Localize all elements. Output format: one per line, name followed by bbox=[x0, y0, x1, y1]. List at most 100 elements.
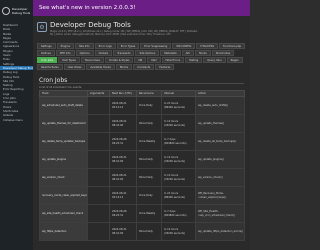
cell-recurrence: Once Weekly bbox=[136, 204, 162, 223]
main-content: See what's new in version 2.0.0.3! ⚙ Dev… bbox=[33, 0, 250, 250]
cell-next: 2024-08-21 05:14:12 bbox=[109, 96, 137, 115]
tab-item[interactable]: API bbox=[181, 50, 194, 56]
table-row: recovery_mode_clean_expired_keys 2024-08-… bbox=[39, 186, 245, 205]
cell-args bbox=[87, 150, 110, 169]
tab-item[interactable]: Transients bbox=[113, 50, 135, 56]
cron-table: Hook Arguments Next Run (UTC) Recurrence Int… bbox=[39, 90, 245, 241]
plugin-header: ⚙ Developer Debug Tools Plugin v2.0.0 | … bbox=[33, 16, 250, 43]
tab-item[interactable]: PHP Info bbox=[55, 50, 75, 56]
tab-item[interactable]: Post Types bbox=[58, 57, 80, 63]
cell-interval: In 21 hours (86400 seconds) bbox=[161, 96, 196, 115]
cell-hook: recovery_mode_clean_expired_keys bbox=[39, 186, 88, 205]
cell-interval: In 12 hours (43200 seconds) bbox=[161, 168, 196, 187]
cell-interval: In 7 days (604800 seconds) bbox=[161, 204, 196, 223]
tab-item[interactable]: Cron Jobs bbox=[37, 57, 58, 63]
sidebar-menu: Dashboard Posts Media Pages Comments Appearan… bbox=[0, 22, 33, 122]
tab-item[interactable]: Features bbox=[155, 64, 175, 70]
tab-item[interactable]: Metadata bbox=[160, 50, 181, 56]
cell-action: wp_update_themes() bbox=[195, 114, 245, 133]
tab-item[interactable]: DB bbox=[134, 57, 147, 63]
cell-hook: wp_update_themes_for_dashboard bbox=[39, 114, 88, 133]
cell-next: 2024-08-21 08:41:00 bbox=[109, 150, 137, 169]
tab-item[interactable]: Fatal Errors bbox=[161, 57, 185, 63]
tab-item[interactable]: Testing bbox=[185, 57, 203, 63]
cell-action: WP_Recovery_Mode->clean_expired_keys() bbox=[195, 186, 245, 205]
cell-interval: In 12 hours (43200 seconds) bbox=[161, 150, 196, 169]
tab-item[interactable]: Shortcodes bbox=[211, 50, 235, 56]
tab-item[interactable]: Site Info bbox=[74, 43, 94, 49]
cell-next: 2024-08-21 08:41:00 bbox=[109, 222, 137, 241]
cell-interval: In 21 hours (86400 seconds) bbox=[161, 186, 196, 205]
tab-item[interactable]: Defines bbox=[37, 50, 55, 56]
table-row: wp_https_detection 2024-08-21 08:41:00 Twi… bbox=[39, 222, 245, 241]
tab-item[interactable]: Settings bbox=[37, 43, 56, 49]
tab-item[interactable]: User Roles bbox=[63, 64, 86, 70]
cell-interval: In 12 hours (43200 seconds) bbox=[161, 114, 196, 133]
cell-args bbox=[87, 114, 110, 133]
tab-item[interactable]: Scripts & Styles bbox=[105, 57, 134, 63]
tab-item[interactable]: Error Types bbox=[116, 43, 140, 49]
cell-hook: wp_update_plugins bbox=[39, 150, 88, 169]
cell-next: 2024-08-21 05:14:12 bbox=[109, 186, 137, 205]
tab-item[interactable]: Hooks bbox=[194, 50, 211, 56]
tab-item[interactable]: Error Logs bbox=[94, 43, 116, 49]
tab-item[interactable]: Available Hooks bbox=[86, 64, 115, 70]
page-subtitle: Plugin v2.0.0 | PHP v8.2.x | WordPress v… bbox=[50, 30, 198, 37]
tab-item[interactable]: Globals bbox=[94, 50, 113, 56]
cell-args bbox=[87, 186, 110, 205]
tab-bar: Settings Plugins Site Info Error Logs Error … bbox=[33, 43, 250, 70]
cell-hook: wp_scheduled_auto_draft_delete bbox=[39, 96, 88, 115]
tab-item[interactable]: Taxonomies bbox=[80, 57, 105, 63]
cell-recurrence: Once Daily bbox=[136, 96, 162, 115]
cell-args bbox=[87, 222, 110, 241]
cell-hook: wp_site_health_scheduled_check bbox=[39, 204, 88, 223]
tab-item[interactable]: Options bbox=[75, 50, 94, 56]
cell-recurrence: Twice Daily bbox=[136, 168, 162, 187]
cell-interval: In 7 days (604800 seconds) bbox=[161, 132, 196, 151]
tab-item[interactable]: Mail bbox=[147, 57, 161, 63]
cell-recurrence: Twice Daily bbox=[136, 222, 162, 241]
tab-item[interactable]: Regex bbox=[226, 57, 243, 63]
cell-interval: In 12 hours (43200 seconds) bbox=[161, 222, 196, 241]
cell-action: wp_update_plugins() bbox=[195, 150, 245, 169]
banner-text[interactable]: See what's new in version 2.0.0.3! bbox=[39, 5, 135, 11]
tab-item[interactable]: HTACCESS bbox=[196, 43, 219, 49]
tab-item[interactable]: Constants bbox=[133, 64, 155, 70]
tab-item[interactable]: Plugins bbox=[56, 43, 74, 49]
plugin-logo-icon: ⚙ bbox=[37, 22, 47, 32]
tab-item[interactable]: Site Options bbox=[135, 50, 160, 56]
page-title: Developer Debug Tools bbox=[50, 21, 131, 29]
table-row: wp_site_health_scheduled_check 2024-08-26… bbox=[39, 204, 245, 223]
table-row: wp_update_plugins 2024-08-21 08:41:00 Twic… bbox=[39, 150, 245, 169]
admin-sidebar: Developer Debug Tools Dashboard Posts Medi… bbox=[0, 0, 33, 250]
cell-next: 2024-08-26 09:25:31 bbox=[109, 204, 137, 223]
sidebar-item[interactable]: Collapse menu bbox=[0, 118, 33, 122]
cell-action: wp_update_https_detection_errors() bbox=[195, 222, 245, 241]
wordpress-logo-icon bbox=[2, 7, 10, 15]
sidebar-logo[interactable]: Developer Debug Tools bbox=[0, 0, 33, 22]
cell-hook: wp_https_detection bbox=[39, 222, 88, 241]
tab-item[interactable]: Query Vars bbox=[203, 57, 226, 63]
cell-next: 2024-08-21 08:41:00 bbox=[109, 114, 137, 133]
cell-args bbox=[87, 168, 110, 187]
tab-item[interactable]: Blocks bbox=[115, 64, 133, 70]
cell-action: WP_Site_Health->wp_cron_scheduled_check(… bbox=[195, 204, 245, 223]
cell-hook: wp_delete_temp_updater_backups bbox=[39, 132, 88, 151]
cell-action: wp_version_check() bbox=[195, 168, 245, 187]
cell-next: 2024-08-21 08:41:00 bbox=[109, 168, 137, 187]
cell-action: wp_delete_auto_drafts() bbox=[195, 96, 245, 115]
table-row: wp_delete_temp_updater_backups 2024-08-26… bbox=[39, 132, 245, 151]
cell-args bbox=[87, 132, 110, 151]
tab-item[interactable]: Error Suppressing bbox=[140, 43, 172, 49]
whats-new-banner[interactable]: See what's new in version 2.0.0.3! bbox=[33, 0, 250, 16]
section-title: Cron Jobs bbox=[39, 77, 68, 84]
tab-item[interactable]: Rewrite Rules bbox=[37, 64, 63, 70]
cell-recurrence: Once Daily bbox=[136, 186, 162, 205]
cell-hook: wp_version_check bbox=[39, 168, 88, 187]
cell-recurrence: Once Weekly bbox=[136, 132, 162, 151]
tab-item[interactable]: WP-CONFIG bbox=[172, 43, 196, 49]
tab-item[interactable]: Functions.php bbox=[219, 43, 246, 49]
cell-next: 2024-08-26 09:25:31 bbox=[109, 132, 137, 151]
cell-args bbox=[87, 204, 110, 223]
cell-args bbox=[87, 96, 110, 115]
